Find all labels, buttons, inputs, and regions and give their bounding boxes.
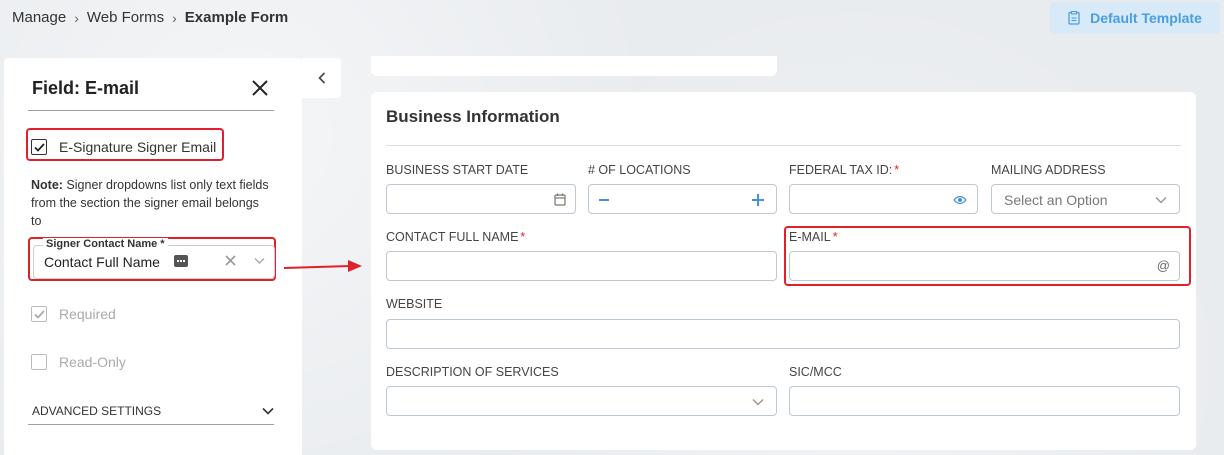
esign-checkbox-label: E-Signature Signer Email	[59, 139, 217, 155]
mailing-address-label: MAILING ADDRESS	[991, 163, 1106, 177]
document-icon	[1068, 11, 1080, 25]
contact-full-name-label: CONTACT FULL NAME *	[386, 230, 526, 244]
signer-contact-label: Signer Contact Name *	[43, 238, 168, 250]
checkmark-icon	[33, 142, 45, 152]
federal-tax-id-input[interactable]	[789, 184, 978, 214]
mailing-address-placeholder: Select an Option	[1004, 192, 1108, 208]
business-start-date-input[interactable]	[386, 184, 576, 214]
sic-mcc-label: SIC/MCC	[789, 365, 842, 379]
business-information-section: Business Information BUSINESS START DATE…	[371, 92, 1196, 450]
panel-title: Field: E-mail	[32, 78, 140, 98]
email-input[interactable]: @	[789, 251, 1180, 281]
panel-divider	[28, 110, 274, 111]
breadcrumb-manage[interactable]: Manage	[12, 9, 66, 26]
esign-checkbox[interactable]	[31, 139, 47, 155]
signer-contact-select[interactable]: Signer Contact Name * Contact Full Name	[33, 238, 275, 279]
chevron-down-icon	[262, 407, 274, 415]
read-only-checkbox	[31, 354, 47, 370]
required-label: Required	[59, 306, 116, 322]
calendar-icon[interactable]	[554, 193, 566, 206]
section-divider	[386, 145, 1181, 146]
note-label: Note:	[31, 178, 63, 192]
email-label: E-MAIL *	[789, 230, 838, 244]
read-only-label: Read-Only	[59, 354, 126, 370]
description-of-services-label: DESCRIPTION OF SERVICES	[386, 365, 559, 379]
advanced-settings-label: ADVANCED SETTINGS	[32, 404, 162, 418]
esign-checkbox-row[interactable]: E-Signature Signer Email	[31, 139, 216, 155]
chevron-right-icon: ›	[74, 9, 79, 26]
collapse-panel-button[interactable]	[302, 58, 341, 98]
note-text: Signer dropdowns list only text fields f…	[31, 178, 269, 228]
description-of-services-select[interactable]	[386, 386, 777, 416]
website-input[interactable]	[386, 319, 1180, 349]
num-locations-stepper[interactable]	[588, 184, 777, 214]
checkmark-icon	[33, 309, 45, 319]
signer-note: Note: Signer dropdowns list only text fi…	[31, 176, 271, 230]
chevron-right-icon: ›	[172, 9, 177, 26]
advanced-divider	[28, 424, 274, 425]
sic-mcc-input[interactable]	[789, 386, 1180, 416]
clear-icon[interactable]	[225, 255, 236, 266]
previous-section-card	[371, 56, 777, 76]
default-template-label: Default Template	[1090, 10, 1202, 26]
eye-icon[interactable]	[953, 195, 967, 205]
website-label: WEBSITE	[386, 297, 443, 311]
chevron-down-icon	[752, 398, 764, 406]
advanced-settings-toggle[interactable]: ADVANCED SETTINGS	[32, 404, 274, 418]
breadcrumb: Manage › Web Forms › Example Form	[12, 9, 288, 26]
field-settings-panel: Field: E-mail E-Signature Signer Email N…	[4, 58, 302, 455]
contact-full-name-input[interactable]	[386, 251, 777, 281]
section-title: Business Information	[386, 107, 560, 126]
signer-contact-value: Contact Full Name	[44, 254, 160, 270]
chevron-left-icon	[317, 72, 325, 84]
text-field-icon	[174, 255, 188, 267]
arrow-annotation	[284, 260, 362, 272]
read-only-checkbox-row: Read-Only	[31, 354, 126, 370]
breadcrumb-current: Example Form	[184, 9, 289, 26]
required-checkbox-row: Required	[31, 306, 116, 322]
at-sign-icon: @	[1156, 258, 1170, 273]
required-checkbox	[31, 306, 47, 322]
close-icon[interactable]	[250, 78, 270, 98]
mailing-address-select[interactable]: Select an Option	[991, 184, 1180, 214]
num-locations-label: # OF LOCATIONS	[588, 163, 691, 177]
business-start-date-label: BUSINESS START DATE	[386, 163, 529, 177]
minus-icon[interactable]	[599, 199, 609, 201]
chevron-down-icon	[1155, 196, 1167, 204]
plus-icon[interactable]	[752, 194, 764, 206]
default-template-button[interactable]: Default Template	[1050, 2, 1220, 34]
chevron-down-icon[interactable]	[254, 257, 265, 265]
breadcrumb-web-forms[interactable]: Web Forms	[87, 9, 164, 26]
federal-tax-id-label: FEDERAL TAX ID: *	[789, 163, 900, 177]
